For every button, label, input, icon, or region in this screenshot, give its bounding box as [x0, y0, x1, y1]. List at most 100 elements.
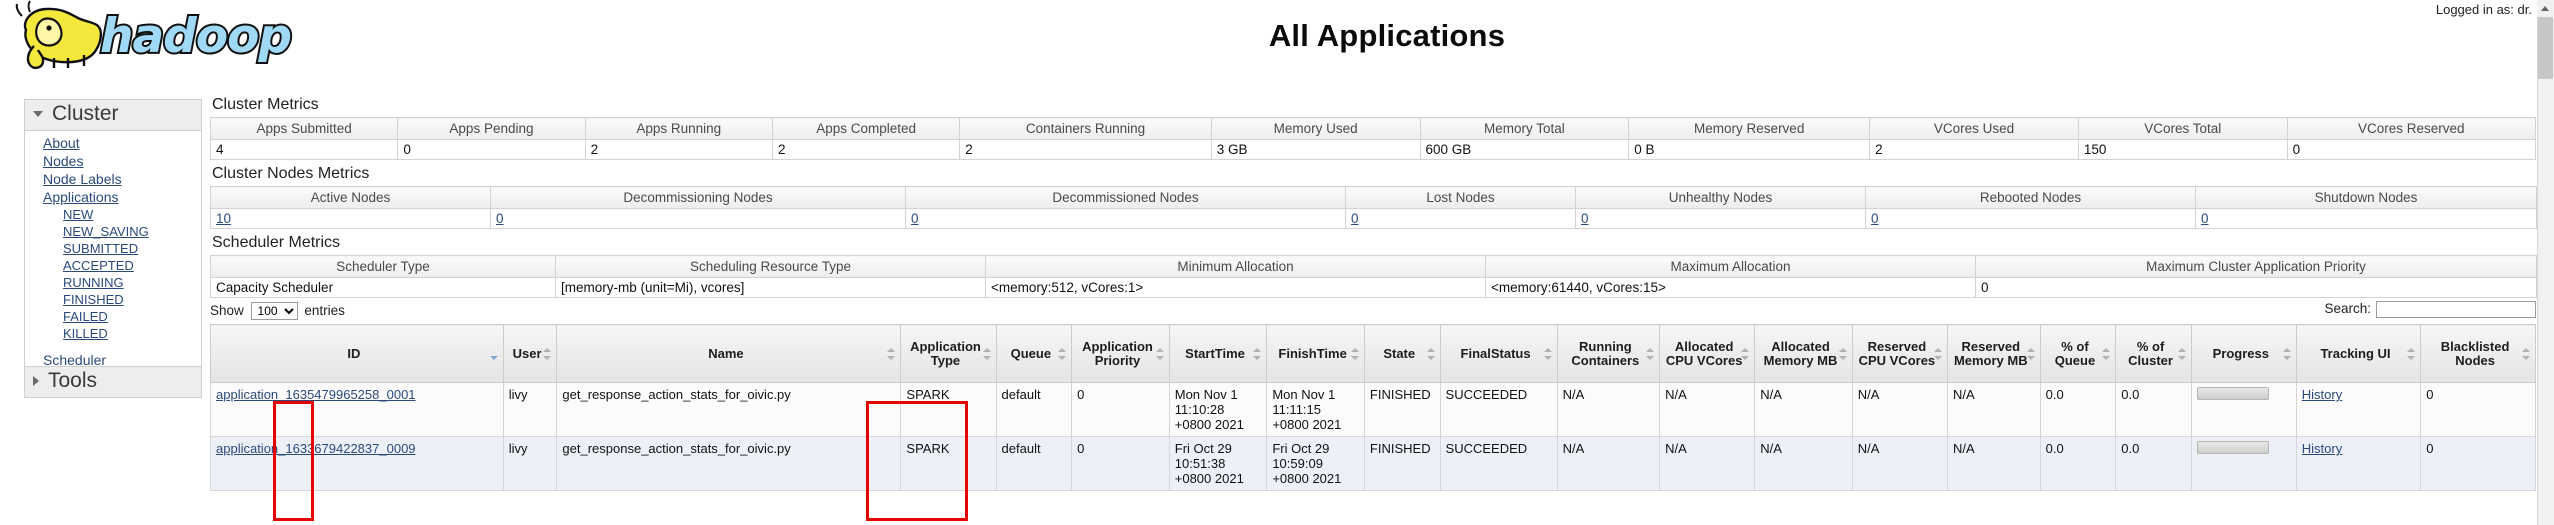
- sort-icon[interactable]: [1058, 347, 1067, 360]
- sort-icon[interactable]: [1253, 347, 1262, 360]
- th-blacklisted-nodes-label: Blacklisted Nodes: [2440, 338, 2510, 368]
- th-tracking-ui[interactable]: Tracking UI: [2295, 324, 2422, 383]
- sort-icon[interactable]: [1933, 347, 1943, 360]
- sidebar-item-applications[interactable]: Applications: [25, 188, 201, 206]
- th-memory-used: Memory Used: [1210, 117, 1421, 140]
- sort-icon[interactable]: [2282, 347, 2292, 360]
- td-vcores-used: 2: [1869, 139, 2079, 160]
- th-reserved-cpu-vcores[interactable]: Reserved CPU VCores: [1851, 324, 1948, 383]
- sidebar-panel-tools[interactable]: Tools: [24, 366, 202, 399]
- cell-reserved-cpu-vcores: N/A: [1851, 382, 1948, 437]
- sidebar-state-accepted[interactable]: ACCEPTED: [25, 257, 201, 274]
- sort-icon[interactable]: [982, 347, 992, 360]
- th-allocated-memory-mb[interactable]: Allocated Memory MB: [1754, 324, 1853, 383]
- th-progress[interactable]: Progress: [2190, 324, 2297, 383]
- th-id[interactable]: ID: [210, 324, 504, 383]
- td-decommissioning-nodes[interactable]: 0: [496, 211, 504, 226]
- sidebar-state-submitted[interactable]: SUBMITTED: [25, 240, 201, 257]
- page-scrollbar[interactable]: [2537, 0, 2554, 525]
- td-memory-reserved: 0 B: [1628, 139, 1871, 160]
- search-input[interactable]: [2376, 301, 2536, 318]
- td-minimum-allocation: <memory:512, vCores:1>: [985, 277, 1486, 298]
- sidebar-item-nodes[interactable]: Nodes: [25, 152, 201, 170]
- sidebar-tools-title: Tools: [48, 369, 98, 392]
- sort-icon[interactable]: [2407, 347, 2416, 360]
- th-containers-running: Containers Running: [959, 117, 1212, 140]
- sort-icon[interactable]: [2026, 347, 2036, 360]
- td-scheduler-type: Capacity Scheduler: [210, 277, 556, 298]
- sort-icon[interactable]: [1741, 347, 1750, 360]
- sidebar-item-node-labels[interactable]: Node Labels: [25, 170, 201, 188]
- th-running-containers[interactable]: Running Containers: [1556, 324, 1661, 383]
- td-memory-total: 600 GB: [1419, 139, 1630, 160]
- td-lost-nodes[interactable]: 0: [1351, 211, 1359, 226]
- sort-icon[interactable]: [543, 347, 552, 360]
- th-queue[interactable]: Queue: [995, 324, 1073, 383]
- td-shutdown-nodes[interactable]: 0: [2201, 211, 2209, 226]
- sort-icon[interactable]: [1646, 347, 1655, 360]
- cell-running-containers: N/A: [1556, 436, 1661, 491]
- sidebar-state-new[interactable]: NEW: [25, 206, 201, 223]
- sidebar-cluster-header[interactable]: Cluster: [25, 100, 201, 132]
- th-reserved-memory-mb[interactable]: Reserved Memory MB: [1946, 324, 2041, 383]
- th-pct-of-cluster[interactable]: % of Cluster: [2115, 324, 2192, 383]
- sort-icon[interactable]: [887, 347, 896, 360]
- tracking-ui-link[interactable]: History: [2302, 441, 2342, 456]
- td-memory-used: 3 GB: [1210, 139, 1421, 160]
- applications-table: ID User Name Application Type Queue Appl…: [210, 324, 2536, 491]
- sort-icon[interactable]: [1838, 347, 1848, 360]
- th-application-type[interactable]: Application Type: [900, 324, 997, 383]
- tracking-ui-link[interactable]: History: [2302, 387, 2342, 402]
- th-finalstatus[interactable]: FinalStatus: [1439, 324, 1558, 383]
- sort-icon[interactable]: [1543, 347, 1553, 360]
- cluster-metrics-header-row: Apps Submitted Apps Pending Apps Running…: [209, 117, 2537, 140]
- sidebar-state-killed[interactable]: KILLED: [25, 325, 201, 342]
- sort-icon[interactable]: [1350, 347, 1360, 360]
- td-active-nodes[interactable]: 10: [216, 211, 231, 226]
- td-apps-completed: 2: [771, 139, 961, 160]
- th-name-label: Name: [708, 345, 744, 361]
- cell-allocated-memory-mb: N/A: [1754, 382, 1853, 437]
- sort-descending-icon[interactable]: [489, 348, 499, 360]
- th-application-priority-label: Application Priority: [1082, 338, 1153, 368]
- starttime-line2: 11:10:28: [1174, 402, 1225, 417]
- th-allocated-cpu-vcores[interactable]: Allocated CPU VCores: [1659, 324, 1756, 383]
- th-pct-of-queue[interactable]: % of Queue: [2039, 324, 2117, 383]
- th-vcores-total: VCores Total: [2077, 117, 2288, 140]
- progress-bar: [2196, 387, 2269, 400]
- th-application-priority[interactable]: Application Priority: [1071, 324, 1170, 383]
- th-tracking-ui-label: Tracking UI: [2320, 345, 2391, 361]
- th-starttime[interactable]: StartTime: [1168, 324, 1268, 383]
- cell-user: livy: [502, 436, 558, 491]
- sort-icon[interactable]: [2102, 347, 2111, 360]
- scheduler-metrics-title: Scheduler Metrics: [212, 234, 341, 251]
- th-name[interactable]: Name: [556, 324, 902, 383]
- sort-icon[interactable]: [2177, 347, 2187, 360]
- th-user[interactable]: User: [502, 324, 558, 383]
- td-rebooted-nodes[interactable]: 0: [1871, 211, 1879, 226]
- sidebar-state-running[interactable]: RUNNING: [25, 274, 201, 291]
- application-id-link[interactable]: application_1635479965258_0001: [216, 387, 416, 402]
- sidebar-tools-header[interactable]: Tools: [25, 367, 201, 398]
- sort-icon[interactable]: [2522, 347, 2531, 360]
- th-finishtime[interactable]: FinishTime: [1266, 324, 1365, 383]
- td-unhealthy-nodes[interactable]: 0: [1581, 211, 1589, 226]
- application-id-link[interactable]: application_1633679422837_0009: [216, 441, 416, 456]
- td-decommissioned-nodes[interactable]: 0: [911, 211, 919, 226]
- sidebar-item-about[interactable]: About: [25, 134, 201, 152]
- scrollbar-up-arrow-icon[interactable]: [2537, 0, 2554, 17]
- sidebar-state-new-saving[interactable]: NEW_SAVING: [25, 223, 201, 240]
- datatable-controls: Show 20 40 60 80 100 entries Search:: [210, 301, 2536, 324]
- cluster-nodes-value-row: 10 0 0 0 0 0 0: [210, 208, 2537, 229]
- sidebar-state-failed[interactable]: FAILED: [25, 308, 201, 325]
- sidebar-state-finished[interactable]: FINISHED: [25, 291, 201, 308]
- sort-icon[interactable]: [1155, 347, 1165, 360]
- sidebar: Cluster About Nodes Node Labels Applicat…: [24, 99, 202, 378]
- th-state[interactable]: State: [1363, 324, 1441, 383]
- table-row: application_1635479965258_0001 livy get_…: [210, 382, 2536, 437]
- entries-select[interactable]: 20 40 60 80 100: [250, 302, 298, 320]
- cell-pct-of-queue: 0.0: [2039, 382, 2117, 437]
- sort-icon[interactable]: [1426, 347, 1436, 360]
- th-blacklisted-nodes[interactable]: Blacklisted Nodes: [2420, 324, 2536, 383]
